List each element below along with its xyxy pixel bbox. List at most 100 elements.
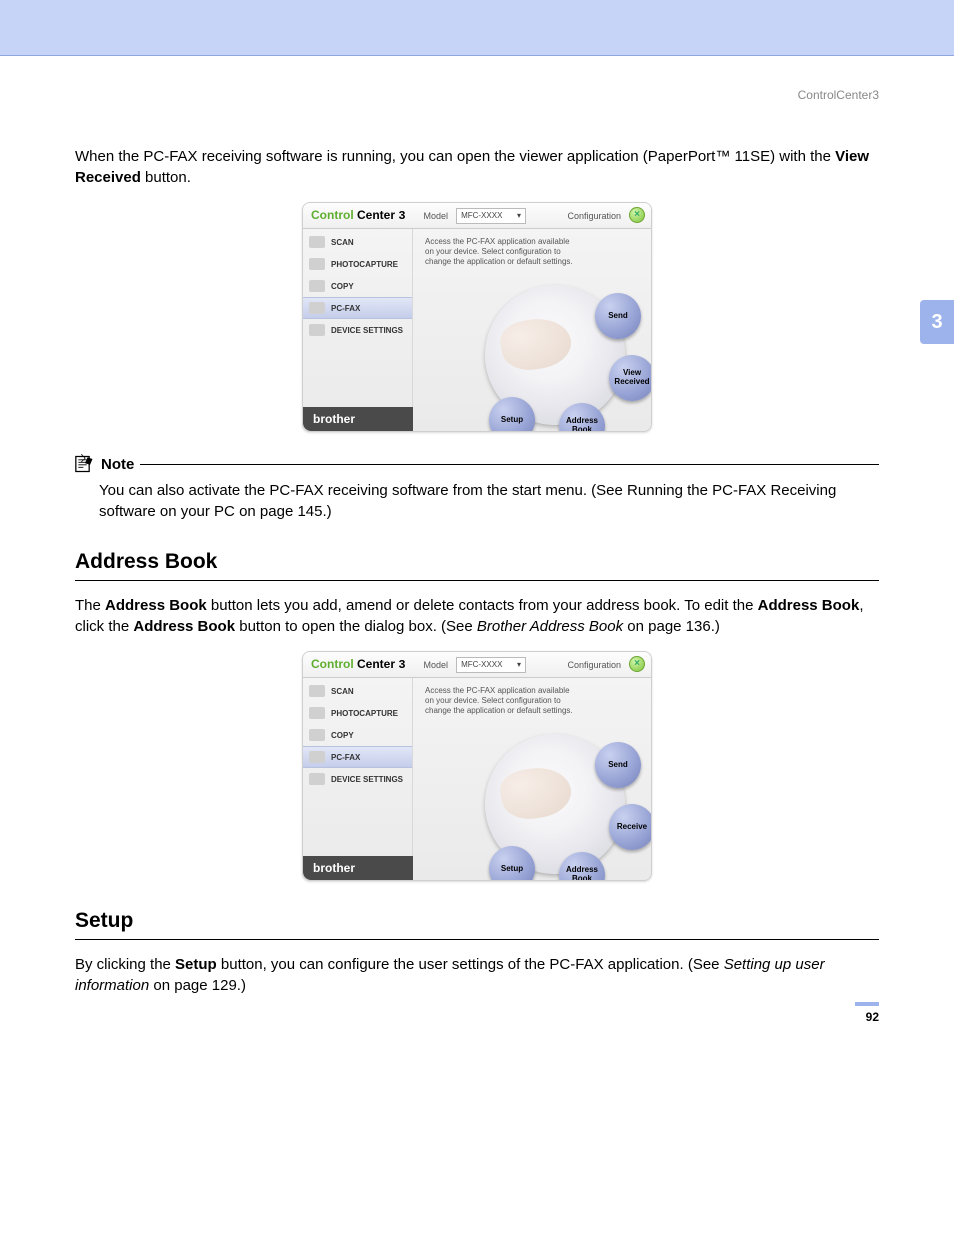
controlcenter-window: Control Center 3 Model MFC-XXXX ▾ Config… (302, 651, 652, 881)
close-icon[interactable]: × (629, 656, 645, 672)
cc-wheel: Send View Received Address Book Setup (455, 255, 652, 432)
sidebar-label: DEVICE SETTINGS (331, 775, 403, 784)
txt: button, you can configure the user setti… (217, 956, 724, 973)
copy-icon (309, 280, 325, 292)
intro-post: button. (141, 169, 191, 186)
photocapture-icon (309, 707, 325, 719)
page-header-bar (0, 0, 954, 56)
txt-b: Setup (175, 956, 217, 973)
chevron-down-icon: ▾ (517, 660, 521, 669)
page-content: ControlCenter3 3 When the PC-FAX receivi… (0, 56, 954, 1068)
note-heading: Note (75, 454, 879, 474)
cc-model-select[interactable]: MFC-XXXX ▾ (456, 657, 526, 673)
intro-pre: When the PC-FAX receiving software is ru… (75, 148, 835, 165)
txt: on page 136.) (623, 618, 720, 635)
cc-main-panel: Access the PC-FAX application available … (413, 229, 651, 431)
sidebar-item-copy[interactable]: COPY (303, 724, 412, 746)
sidebar-label: PC-FAX (331, 304, 360, 313)
cc-sidebar: SCAN PHOTOCAPTURE COPY PC-FAX DEVICE SET… (303, 678, 413, 880)
sidebar-item-scan[interactable]: SCAN (303, 231, 412, 253)
cc-title-green: Control (311, 657, 354, 671)
cc-sidebar: SCAN PHOTOCAPTURE COPY PC-FAX DEVICE SET… (303, 229, 413, 431)
cc-model-label: Model (424, 660, 449, 670)
page-number: 92 (866, 1010, 879, 1024)
orb-send[interactable]: Send (595, 742, 641, 788)
sidebar-label: PC-FAX (331, 753, 360, 762)
cc-model-value: MFC-XXXX (461, 211, 502, 220)
pcfax-icon (309, 302, 325, 314)
sidebar-label: COPY (331, 282, 354, 291)
note-pre: You can also activate the PC-FAX receivi… (99, 482, 627, 499)
scan-icon (309, 685, 325, 697)
intro-paragraph: When the PC-FAX receiving software is ru… (75, 146, 879, 188)
note-body: You can also activate the PC-FAX receivi… (99, 480, 879, 522)
cc-model-select[interactable]: MFC-XXXX ▾ (456, 208, 526, 224)
heading-setup: Setup (75, 909, 879, 933)
sidebar-item-copy[interactable]: COPY (303, 275, 412, 297)
txt-b: Address Book (105, 597, 207, 614)
cc-model-label: Model (424, 211, 449, 221)
pcfax-icon (309, 751, 325, 763)
setup-paragraph: By clicking the Setup button, you can co… (75, 954, 879, 996)
sidebar-item-devicesettings[interactable]: DEVICE SETTINGS (303, 768, 412, 790)
sidebar-label: DEVICE SETTINGS (331, 326, 403, 335)
orb-send[interactable]: Send (595, 293, 641, 339)
cc-title-three: 3 (398, 658, 405, 672)
cc-title: Control Center 3 (311, 208, 406, 223)
cc-title-rest: Center (354, 657, 399, 671)
cc-model-value: MFC-XXXX (461, 660, 502, 669)
cc-brand: brother (303, 856, 413, 880)
cc-title: Control Center 3 (311, 657, 406, 672)
xref-address-book: Brother Address Book (477, 618, 623, 635)
note-rule (140, 464, 879, 465)
chapter-tab: 3 (920, 300, 954, 344)
cc-title-rest: Center (354, 208, 399, 222)
sidebar-label: SCAN (331, 687, 354, 696)
sidebar-label: PHOTOCAPTURE (331, 709, 398, 718)
orb-view-received[interactable]: View Received (609, 355, 652, 401)
figure-controlcenter-1: Control Center 3 Model MFC-XXXX ▾ Config… (75, 202, 879, 432)
cc-brand: brother (303, 407, 413, 431)
devicesettings-icon (309, 324, 325, 336)
cc-wheel: Send Receive Address Book Setup (455, 704, 652, 881)
controlcenter-window: Control Center 3 Model MFC-XXXX ▾ Config… (302, 202, 652, 432)
figure-controlcenter-2: Control Center 3 Model MFC-XXXX ▾ Config… (75, 651, 879, 881)
cc-titlebar: Control Center 3 Model MFC-XXXX ▾ Config… (303, 652, 651, 678)
devicesettings-icon (309, 773, 325, 785)
txt: button to open the dialog box. (See (235, 618, 477, 635)
orb-receive[interactable]: Receive (609, 804, 652, 850)
cc-configuration-link[interactable]: Configuration (567, 211, 621, 221)
sidebar-label: PHOTOCAPTURE (331, 260, 398, 269)
sidebar-item-pcfax[interactable]: PC-FAX (303, 297, 412, 319)
txt-b: Address Book (133, 618, 235, 635)
txt-b: Address Book (758, 597, 860, 614)
sidebar-item-scan[interactable]: SCAN (303, 680, 412, 702)
note-label: Note (101, 456, 134, 473)
sidebar-label: SCAN (331, 238, 354, 247)
copy-icon (309, 729, 325, 741)
close-icon[interactable]: × (629, 207, 645, 223)
note-post: on page 145.) (235, 503, 332, 520)
heading-rule (75, 939, 879, 940)
running-head: ControlCenter3 (798, 88, 879, 102)
photocapture-icon (309, 258, 325, 270)
txt: button lets you add, amend or delete con… (207, 597, 758, 614)
cc-configuration-link[interactable]: Configuration (567, 660, 621, 670)
note-icon (75, 454, 95, 474)
cc-main-panel: Access the PC-FAX application available … (413, 678, 651, 880)
sidebar-item-devicesettings[interactable]: DEVICE SETTINGS (303, 319, 412, 341)
cc-title-three: 3 (398, 209, 405, 223)
sidebar-item-photocapture[interactable]: PHOTOCAPTURE (303, 253, 412, 275)
heading-address-book: Address Book (75, 550, 879, 574)
txt: on page 129.) (149, 977, 246, 994)
sidebar-item-pcfax[interactable]: PC-FAX (303, 746, 412, 768)
page-number-rule (855, 1002, 879, 1006)
cc-title-green: Control (311, 208, 354, 222)
chevron-down-icon: ▾ (517, 211, 521, 220)
cc-titlebar: Control Center 3 Model MFC-XXXX ▾ Config… (303, 203, 651, 229)
sidebar-item-photocapture[interactable]: PHOTOCAPTURE (303, 702, 412, 724)
scan-icon (309, 236, 325, 248)
txt: The (75, 597, 105, 614)
heading-rule (75, 580, 879, 581)
address-book-paragraph: The Address Book button lets you add, am… (75, 595, 879, 637)
